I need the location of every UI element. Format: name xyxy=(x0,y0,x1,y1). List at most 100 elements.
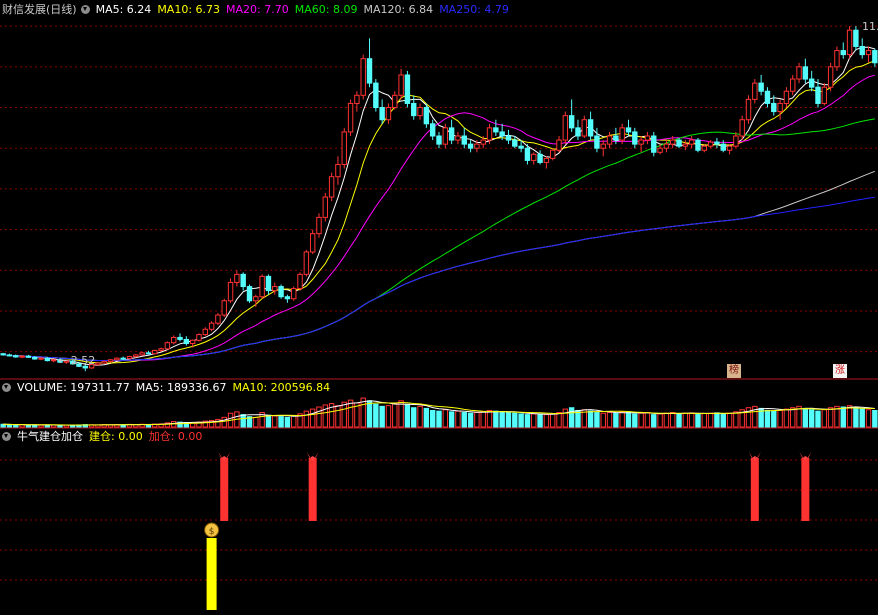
candle-body-75 xyxy=(474,143,480,149)
volume-bar-4 xyxy=(25,424,32,428)
price-panel-header: 财信发展(日线) MA5: 6.24 MA10: 6.73 MA20: 7.70 MA6… xyxy=(2,2,515,18)
candle-body-109 xyxy=(688,139,695,145)
candle-body-102 xyxy=(644,135,651,141)
volume-bar-42 xyxy=(265,414,272,428)
ma20-legend: MA20: 7.70 xyxy=(226,3,289,16)
volume-bar-48 xyxy=(303,410,310,428)
candle-body-39 xyxy=(246,286,253,302)
candle-body-113 xyxy=(714,141,720,145)
candle-body-117 xyxy=(739,119,745,137)
candle-body-90 xyxy=(568,115,575,129)
ma10-legend: MA10: 6.73 xyxy=(157,3,221,16)
ma60-legend: MA60: 8.09 xyxy=(294,3,358,16)
candle-body-96 xyxy=(606,135,613,145)
volume-bar-77 xyxy=(486,409,493,428)
volume-bar-58 xyxy=(366,400,373,428)
candle-body-45 xyxy=(284,296,291,300)
candle-body-62 xyxy=(392,94,398,109)
candle-body-67 xyxy=(423,107,430,125)
volume-bar-110 xyxy=(695,413,701,428)
volume-bar-106 xyxy=(670,412,676,428)
candle-body-124 xyxy=(783,90,790,104)
low-price-value: 2.52 xyxy=(70,354,96,367)
ma5-line xyxy=(3,46,875,366)
volume-bar-90 xyxy=(568,407,575,428)
candle-body-115 xyxy=(726,145,733,151)
volume-bar-78 xyxy=(493,410,499,428)
candle-body-2 xyxy=(13,355,19,358)
volume-bar-80 xyxy=(505,412,512,428)
candle-body-98 xyxy=(619,127,625,141)
stock-title[interactable]: 财信发展(日线) xyxy=(2,3,77,16)
volume-bar-116 xyxy=(733,411,739,428)
candle-body-53 xyxy=(335,163,341,178)
volume-bar-121 xyxy=(764,409,771,428)
jiancang-value: 建仓: 0.00 xyxy=(89,430,143,443)
candle-body-58 xyxy=(366,58,373,84)
volume-bar-6 xyxy=(38,424,44,428)
candle-body-26 xyxy=(164,342,171,350)
candle-body-129 xyxy=(815,86,821,104)
indicator-menu-icon[interactable] xyxy=(80,5,90,14)
candle-body-137 xyxy=(865,50,872,56)
candle-body-3 xyxy=(19,355,25,358)
volume-bar-95 xyxy=(600,412,606,428)
bang-badge[interactable]: 榜 xyxy=(727,364,741,378)
candle-body-72 xyxy=(455,135,461,141)
zhang-badge[interactable]: 涨 xyxy=(833,364,847,378)
candle-body-97 xyxy=(613,135,619,141)
candle-body-4 xyxy=(25,355,32,358)
candle-body-18 xyxy=(114,357,120,361)
indicator-panel-header: 牛气建仓加仓 建仓: 0.00 加仓: 0.00 xyxy=(2,429,208,445)
candle-body-130 xyxy=(821,86,828,104)
indicator-signals: $ xyxy=(204,452,812,610)
jiancang-signal-bar-0 xyxy=(206,538,217,610)
candle-body-79 xyxy=(499,131,505,137)
volume-bar-122 xyxy=(771,410,777,428)
candle-body-32 xyxy=(202,328,208,336)
candle-body-54 xyxy=(341,131,347,165)
candle-body-136 xyxy=(859,45,865,56)
ma20-line xyxy=(3,74,875,361)
indicator-panel-menu-icon[interactable] xyxy=(2,432,11,441)
candle-body-7 xyxy=(44,357,51,362)
candle-body-114 xyxy=(720,143,726,151)
volume-bar-73 xyxy=(461,412,467,428)
volume-bar-100 xyxy=(632,413,638,428)
volume-menu-icon[interactable] xyxy=(2,383,11,392)
candle-body-125 xyxy=(790,78,796,92)
volume-bar-129 xyxy=(815,410,821,428)
candle-body-36 xyxy=(227,281,234,302)
volume-bar-1 xyxy=(6,424,13,428)
candle-body-24 xyxy=(152,349,158,355)
volume-bar-62 xyxy=(392,403,398,428)
volume-bar-112 xyxy=(707,412,714,428)
volume-bar-135 xyxy=(853,407,859,428)
ma120-line xyxy=(3,170,875,361)
candle-body-127 xyxy=(802,66,809,80)
volume-bar-89 xyxy=(562,408,569,428)
candle-body-80 xyxy=(505,135,512,141)
candle-body-104 xyxy=(657,147,663,153)
candle-body-52 xyxy=(328,176,335,198)
volume-bar-84 xyxy=(531,413,537,428)
volume-bar-108 xyxy=(682,412,689,428)
candle-body-6 xyxy=(38,357,44,360)
candle-body-119 xyxy=(752,82,758,100)
moving-average-lines xyxy=(3,46,875,366)
volume-bar-93 xyxy=(587,410,594,428)
candle-body-23 xyxy=(145,352,152,355)
volume-bar-55 xyxy=(347,399,354,428)
candle-body-59 xyxy=(373,82,379,109)
volume-bar-82 xyxy=(518,413,524,428)
candle-body-108 xyxy=(682,143,689,147)
volume-bars xyxy=(0,397,878,428)
candle-body-95 xyxy=(600,143,606,149)
candle-body-63 xyxy=(398,74,404,96)
volume-bar-72 xyxy=(455,410,461,428)
candle-body-74 xyxy=(467,143,474,149)
candle-body-42 xyxy=(265,275,272,292)
candle-body-43 xyxy=(272,286,278,292)
jiacang-signal-bar-1 xyxy=(308,458,317,521)
ma10-line xyxy=(3,60,875,364)
